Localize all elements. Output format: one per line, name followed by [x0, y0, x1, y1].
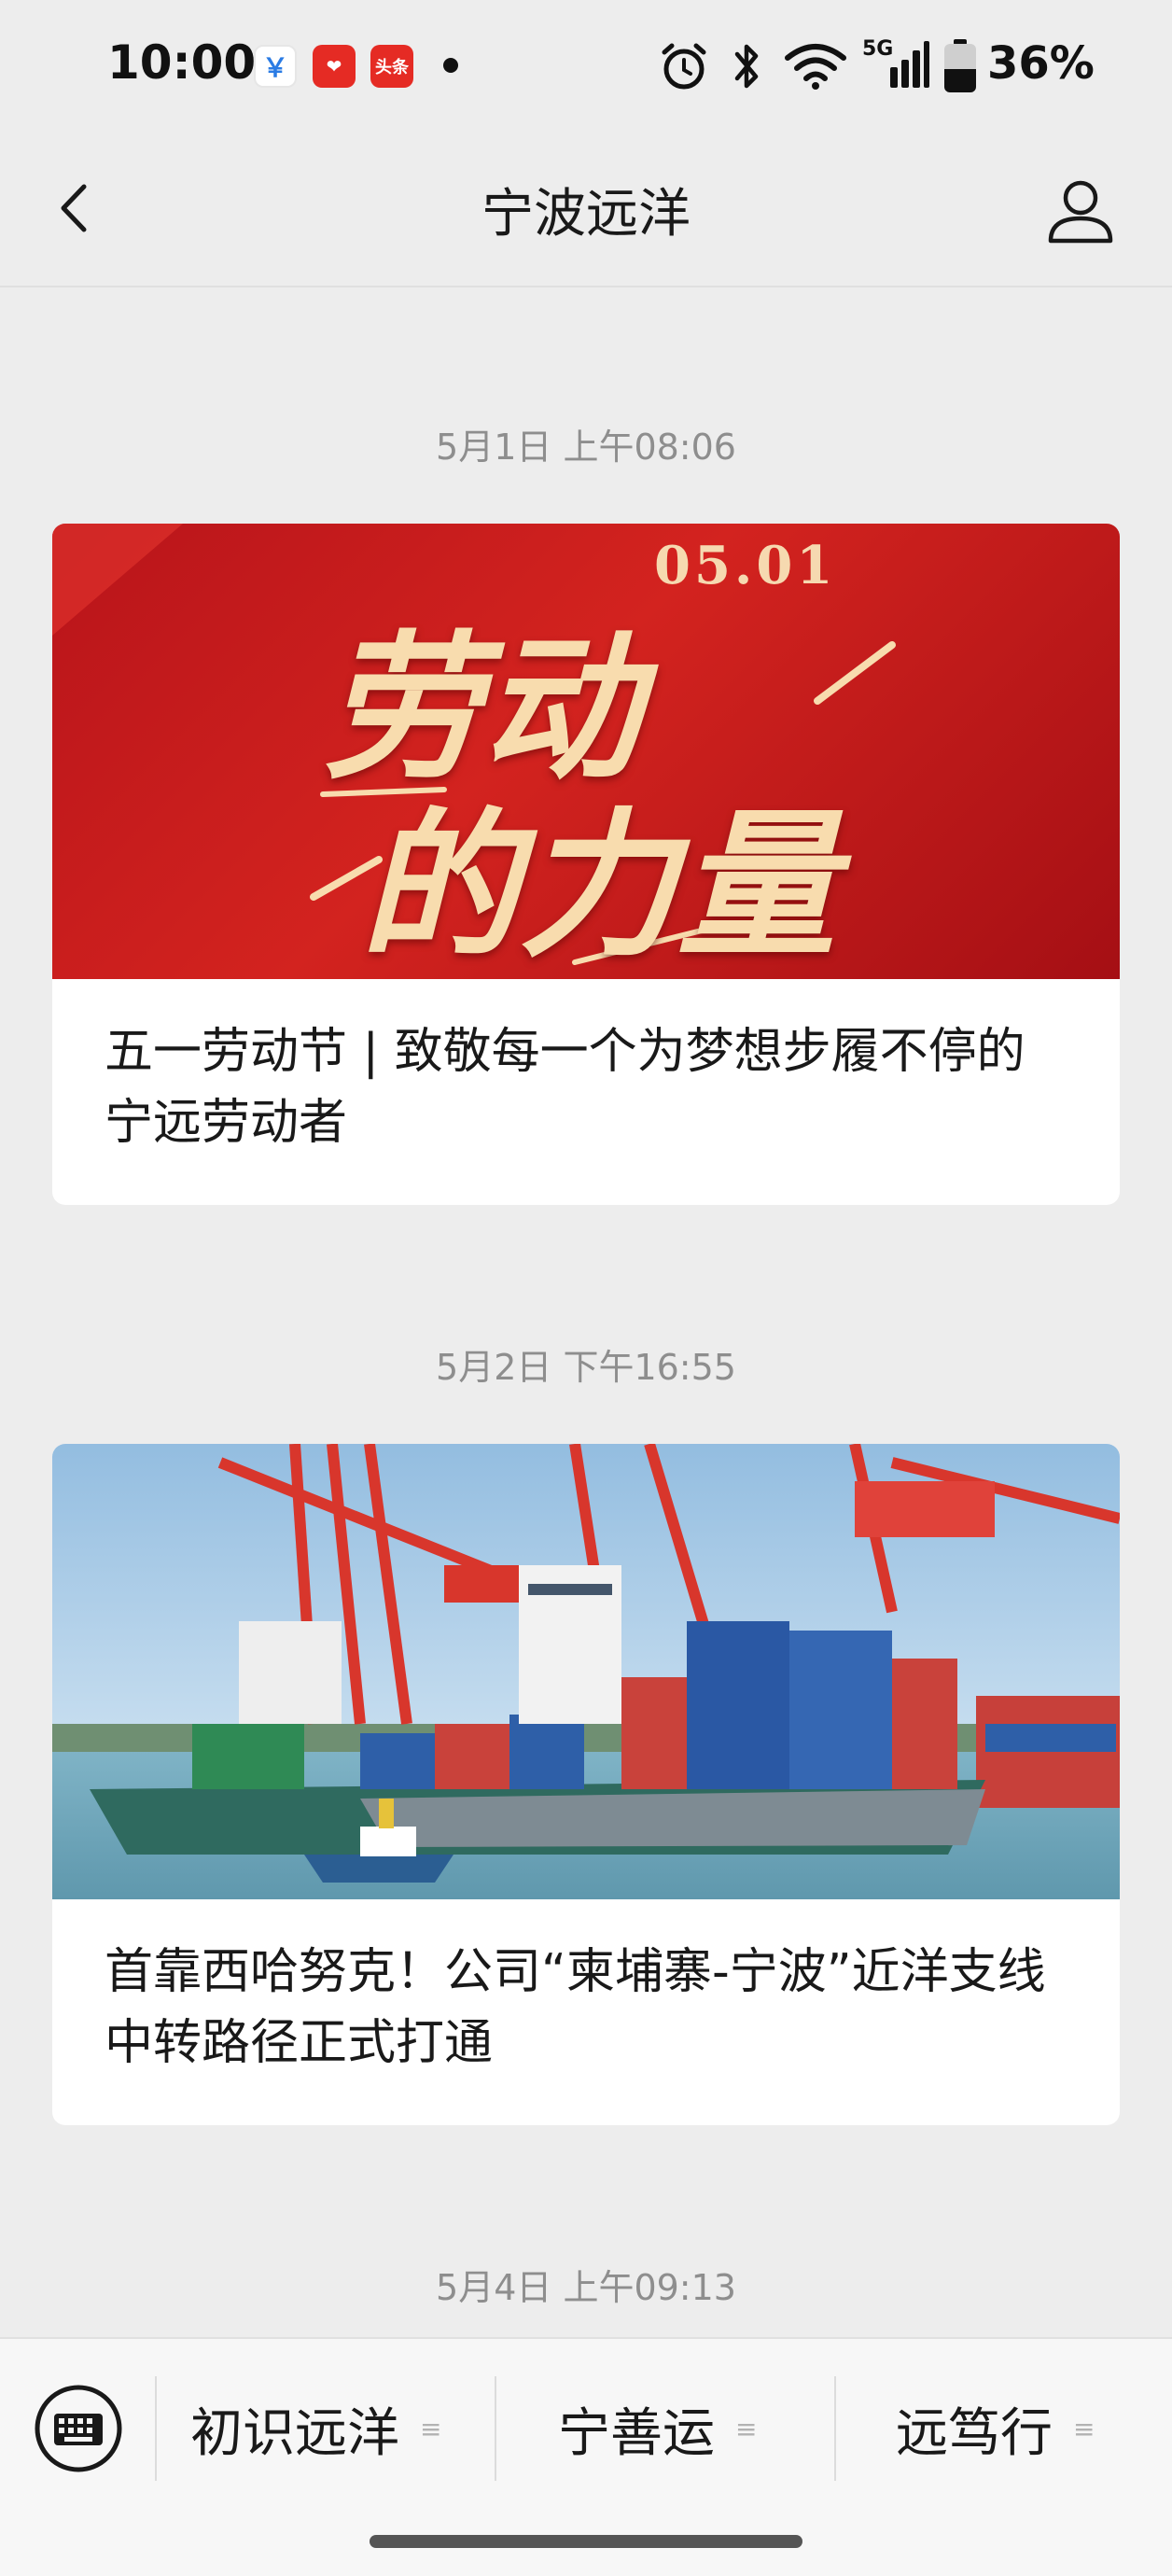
nav-bar: 宁波远洋 [0, 131, 1172, 287]
keyboard-icon[interactable] [34, 2384, 123, 2473]
menu-item-yuanduxing[interactable]: 远笃行 ≡ [896, 2391, 1095, 2466]
article-title: 首靠西哈努克！公司“柬埔寨-宁波”近洋支线中转路径正式打通 [105, 1944, 1046, 2071]
submenu-icon: ≡ [735, 2413, 758, 2444]
menu-item-chushi-yuanyang[interactable]: 初识远洋 ≡ [190, 2391, 441, 2466]
menu-divider [495, 2376, 496, 2481]
submenu-icon: ≡ [420, 2413, 442, 2444]
banner-heading-line2: 的力量 [360, 792, 837, 979]
toutiao-app-icon: 头条 [370, 45, 413, 88]
cell-signal-icon: 5G [862, 37, 929, 91]
person-icon[interactable] [1043, 172, 1118, 246]
more-notifications-dot [443, 58, 458, 73]
alarm-icon [662, 43, 706, 90]
wifi-icon [785, 44, 846, 90]
status-bar: 10:00 ￥ ❤ 头条 5G 36% [0, 0, 1172, 131]
article-card[interactable]: 05.01 劳动 的力量 五一劳动节 | 致敬每一个为梦想步履不停的宁远劳动者 [52, 524, 1120, 1205]
pay-app-icon: ￥ [254, 45, 297, 88]
menu-item-label: 宁善运 [558, 2402, 715, 2464]
article-card[interactable]: 首靠西哈努克！公司“柬埔寨-宁波”近洋支线中转路径正式打通 [52, 1444, 1120, 2125]
menu-divider [155, 2376, 157, 2481]
banner-date: 05.01 [654, 535, 837, 596]
battery-percent: 36% [987, 37, 1095, 90]
menu-item-label: 初识远洋 [190, 2402, 399, 2464]
message-timestamp: 5月4日 上午09:13 [436, 2267, 736, 2308]
message-timestamp: 5月1日 上午08:06 [436, 427, 736, 468]
article-title: 五一劳动节 | 致敬每一个为梦想步履不停的宁远劳动者 [105, 1024, 1026, 1151]
bluetooth-icon [734, 44, 759, 89]
submenu-icon: ≡ [1073, 2413, 1095, 2444]
port-ship-image [52, 1444, 1120, 1899]
menu-item-ningshanyun[interactable]: 宁善运 ≡ [558, 2391, 757, 2466]
home-indicator[interactable] [370, 2535, 802, 2548]
message-timestamp: 5月2日 下午16:55 [436, 1347, 736, 1388]
network-type: 5G [862, 37, 894, 61]
battery-icon [944, 39, 976, 93]
page-title: 宁波远洋 [481, 184, 691, 245]
port-illustration [52, 1444, 1120, 1883]
menu-item-label: 远笃行 [896, 2402, 1053, 2464]
menu-divider [834, 2376, 836, 2481]
article-cover-image: 05.01 劳动 的力量 [52, 524, 1120, 979]
status-time: 10:00 [107, 35, 257, 90]
heart-app-icon: ❤ [313, 45, 356, 88]
